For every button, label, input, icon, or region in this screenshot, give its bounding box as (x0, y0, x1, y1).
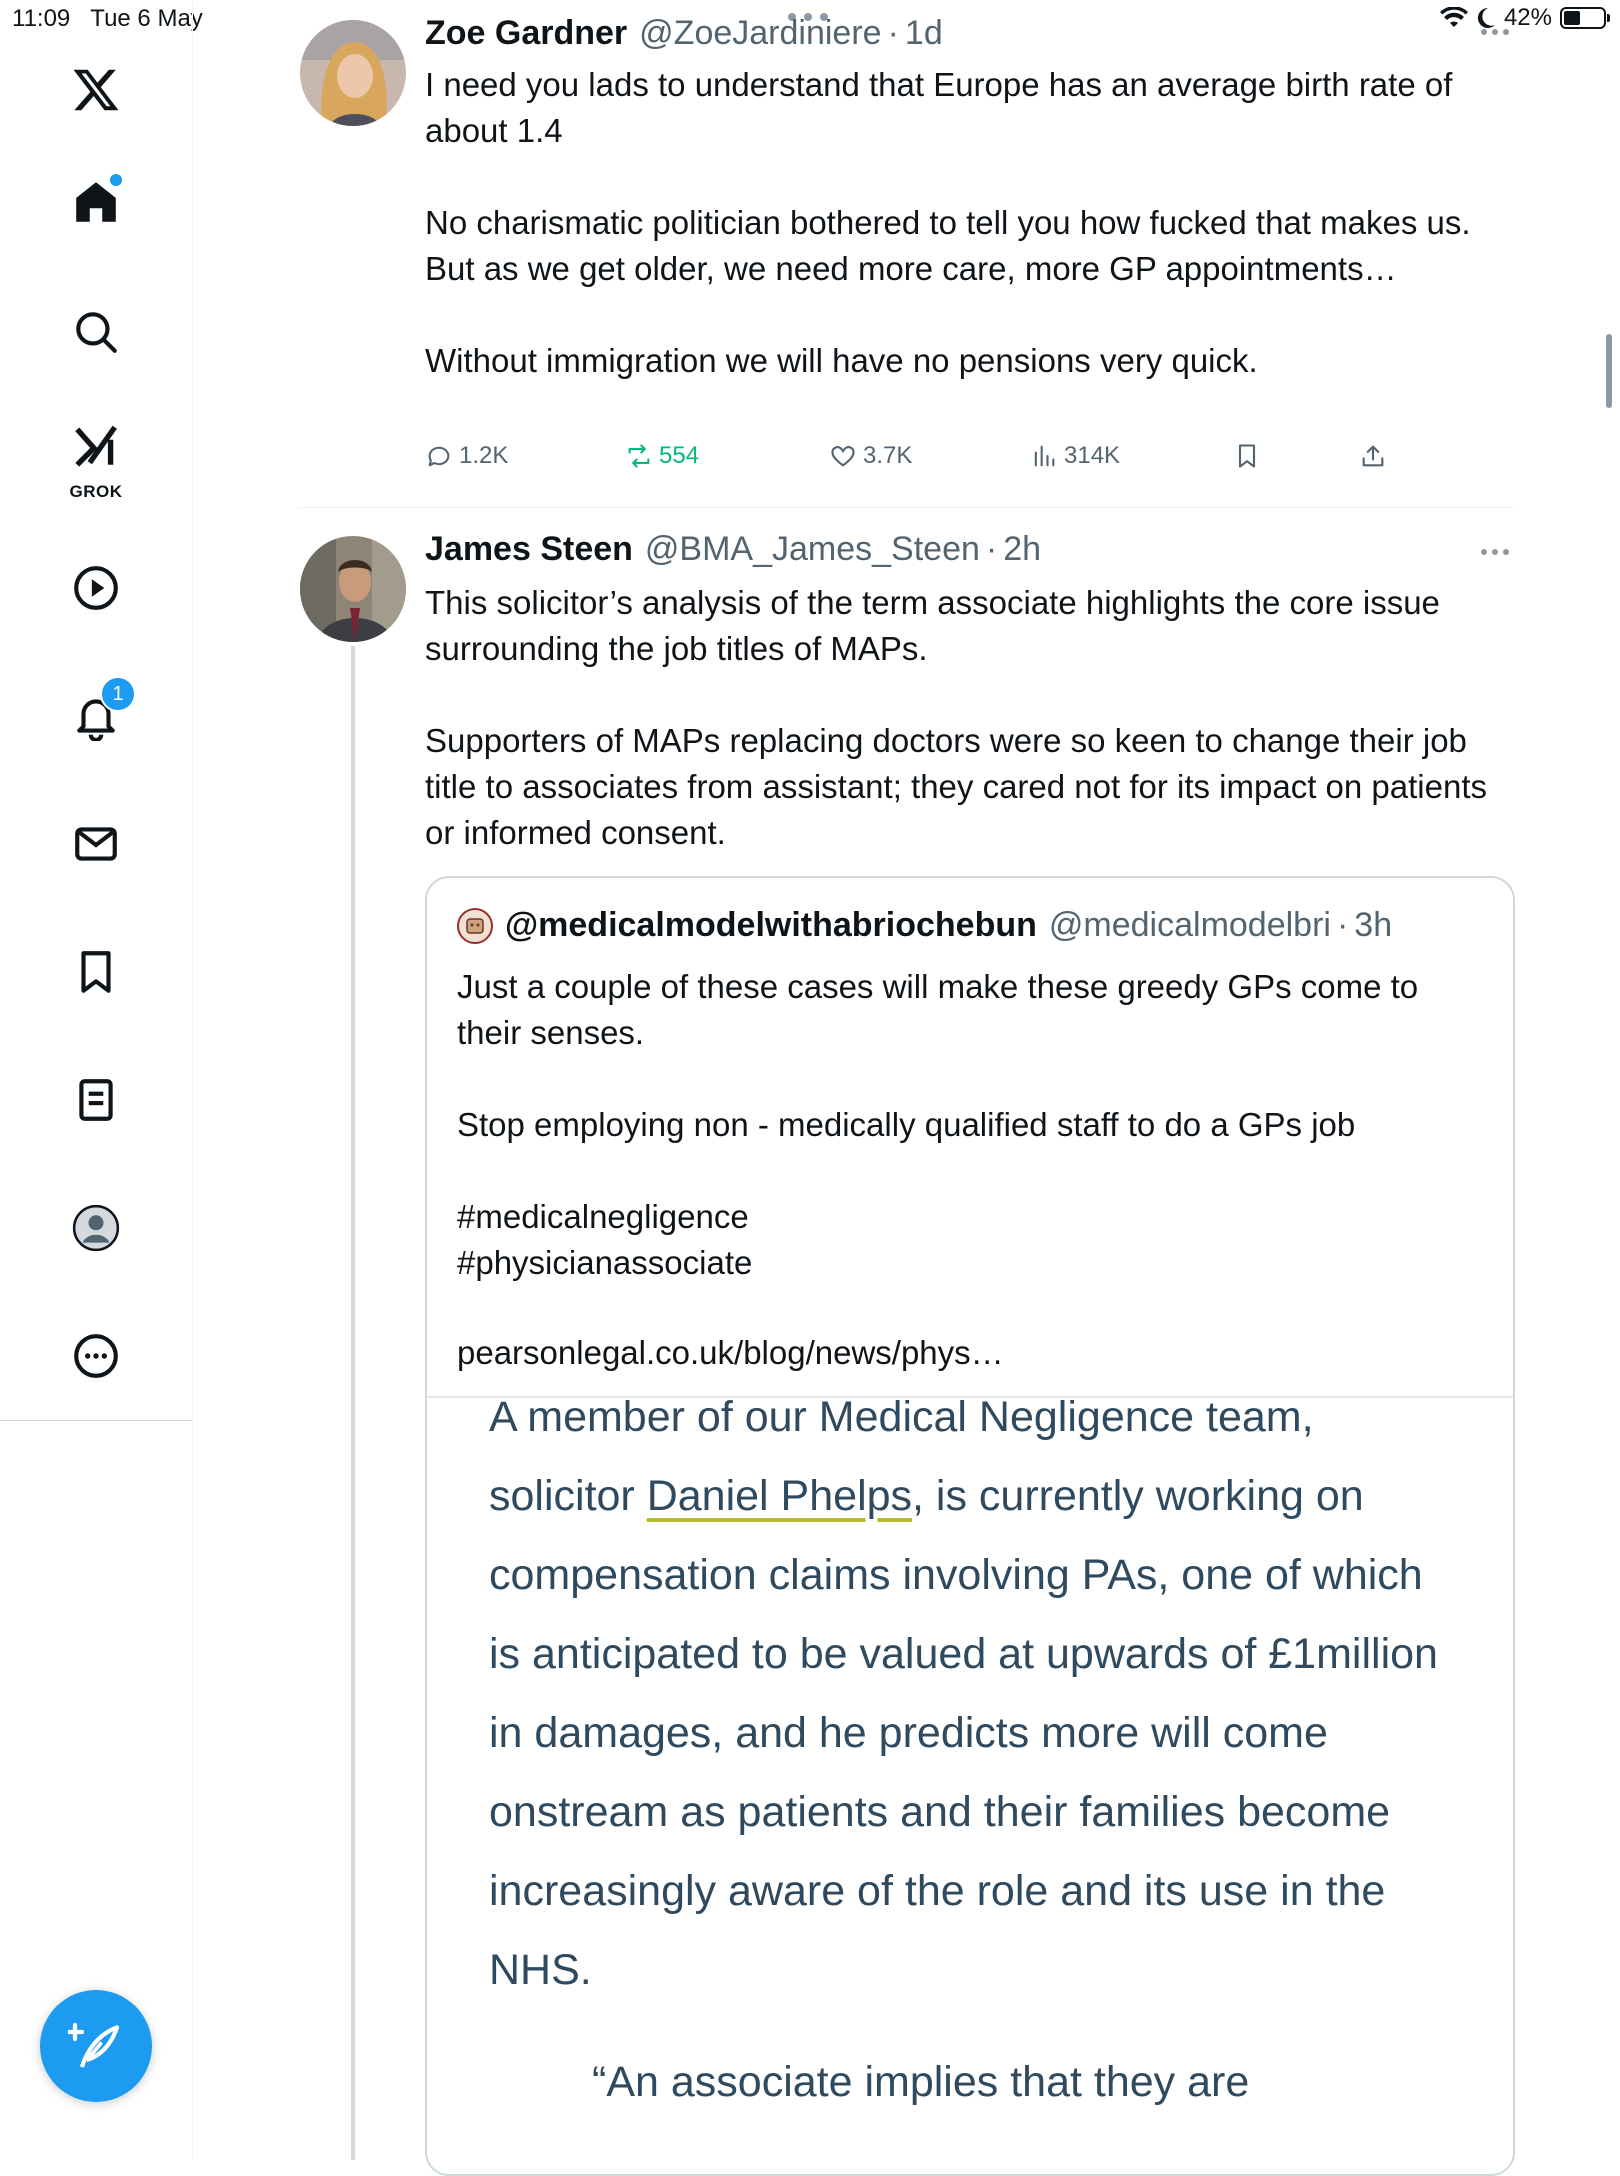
avatar-crest-icon (466, 917, 484, 934)
sidebar: GROK 1 (0, 0, 193, 2160)
article-line: A member of our Medical Negligence team, (489, 1393, 1314, 1441)
reply-count: 1.2K (459, 442, 509, 469)
notification-count-badge: 1 (100, 676, 136, 712)
home-unread-dot (110, 174, 122, 186)
article-line: NHS. (489, 1946, 592, 1994)
avatar[interactable] (300, 20, 406, 126)
article-line: is anticipated to be valued at upwards o… (489, 1630, 1438, 1678)
nav-video[interactable] (56, 548, 136, 628)
author-name[interactable]: James Steen (425, 530, 633, 569)
article-line: in damages, and he predicts more will co… (489, 1709, 1328, 1757)
avatar-placeholder-icon (72, 1204, 120, 1252)
like-button[interactable]: 3.7K (829, 442, 912, 470)
repost-icon (628, 444, 650, 468)
repost-count: 554 (659, 442, 700, 469)
author-handle[interactable]: @BMA_James_Steen (645, 530, 980, 569)
article-line: increasingly aware of the role and its u… (489, 1867, 1386, 1915)
article-text: solicitor (489, 1472, 647, 1520)
moon-icon (1477, 7, 1495, 28)
reply-button[interactable]: 1.2K (425, 442, 508, 470)
quoted-author-handle[interactable]: @medicalmodelbri (1049, 906, 1331, 945)
tweet-text: This solicitor’s analysis of the term as… (425, 584, 1487, 851)
heart-icon (831, 446, 855, 467)
search-icon (76, 312, 117, 353)
reply-icon (428, 446, 450, 467)
views-count: 314K (1064, 442, 1121, 469)
x-logo-icon[interactable] (56, 50, 136, 130)
article-image-text: A member of our Medical Negligence team,… (489, 1378, 1489, 2010)
nav-articles[interactable] (56, 1060, 136, 1140)
more-options-icon[interactable] (1480, 548, 1510, 556)
bookmark-icon (1238, 444, 1256, 468)
avatar-photo-icon (300, 20, 406, 126)
tweet-divider (300, 507, 1515, 508)
avatar-photo-icon (300, 536, 406, 642)
author-handle[interactable]: @ZoeJardiniere (639, 14, 881, 53)
views-button[interactable]: 314K (1030, 442, 1120, 470)
play-circle-icon (74, 566, 118, 610)
repost-button[interactable]: 554 (625, 442, 699, 470)
status-indicators: 42% (1439, 4, 1610, 32)
sidebar-divider (0, 1420, 192, 1421)
tweet-text: I need you lads to understand that Europ… (425, 66, 1471, 379)
nav-more[interactable] (56, 1316, 136, 1396)
article-underlined-name: Daniel Phelps (646, 1472, 913, 1520)
quoted-tweet-link[interactable]: pearsonlegal.co.uk/blog/news/phys… (457, 1330, 1004, 1376)
envelope-icon (75, 827, 117, 861)
separator-dot: · (985, 530, 998, 568)
tweet-header: James Steen @BMA_James_Steen · 2h (425, 530, 1041, 569)
share-button[interactable] (1359, 442, 1387, 470)
nav-explore[interactable] (56, 292, 136, 372)
like-count: 3.7K (863, 442, 913, 469)
quoted-tweet-card[interactable]: @medicalmodelwithabriochebun @medicalmod… (425, 876, 1515, 2176)
nav-bookmarks[interactable] (56, 932, 136, 1012)
more-options-icon[interactable] (1480, 28, 1510, 36)
article-line: compensation claims involving PAs, one o… (489, 1551, 1423, 1599)
quoted-post-time[interactable]: 3h (1354, 906, 1392, 945)
bookmark-icon (81, 951, 111, 993)
grok-icon (75, 425, 117, 467)
battery-percent: 42% (1503, 4, 1552, 31)
article-line: solicitor Daniel Phelps, is currently wo… (489, 1457, 1489, 1536)
battery-level (1564, 11, 1580, 25)
battery-icon (1560, 7, 1606, 29)
tweet-actions: 1.2K 554 3.7K 314K (425, 442, 1405, 486)
battery-tip (1607, 14, 1610, 22)
nav-home[interactable] (56, 162, 136, 242)
article-line: onstream as patients and their families … (489, 1788, 1391, 1836)
nav-grok[interactable]: GROK (56, 410, 136, 501)
article-pull-quote: “An associate implies that they are (592, 2058, 1250, 2106)
avatar[interactable] (457, 907, 493, 944)
article-text: , is currently working on (912, 1472, 1364, 1520)
feather-plus-icon (68, 2022, 120, 2068)
author-name[interactable]: Zoe Gardner (425, 14, 627, 53)
scrollbar[interactable] (1606, 334, 1612, 408)
document-icon (79, 1079, 113, 1121)
thread-line (351, 646, 355, 2160)
analytics-icon (1034, 445, 1055, 467)
quoted-author-name[interactable]: @medicalmodelwithabriochebun (505, 906, 1037, 945)
quoted-tweet-text: Just a couple of these cases will make t… (457, 968, 1419, 1281)
grok-label: GROK (69, 482, 123, 501)
post-time[interactable]: 1d (905, 14, 943, 53)
wifi-icon (1439, 7, 1468, 27)
post-time[interactable]: 2h (1003, 530, 1041, 569)
separator-dot: · (887, 14, 899, 52)
bookmark-button[interactable] (1233, 442, 1261, 470)
compose-post-button[interactable] (40, 1990, 152, 2102)
nav-profile[interactable] (56, 1188, 136, 1268)
nav-notifications[interactable]: 1 (56, 676, 136, 756)
quoted-article-image[interactable]: A member of our Medical Negligence team,… (427, 1393, 1513, 2174)
tweet-header: Zoe Gardner @ZoeJardiniere · 1d (425, 14, 943, 53)
nav-messages[interactable] (56, 804, 136, 884)
quoted-tweet-header: @medicalmodelwithabriochebun @medicalmod… (457, 906, 1392, 945)
avatar[interactable] (300, 536, 406, 642)
more-circle-icon (74, 1334, 118, 1378)
share-icon (1362, 445, 1384, 467)
separator-dot: · (1336, 906, 1349, 944)
